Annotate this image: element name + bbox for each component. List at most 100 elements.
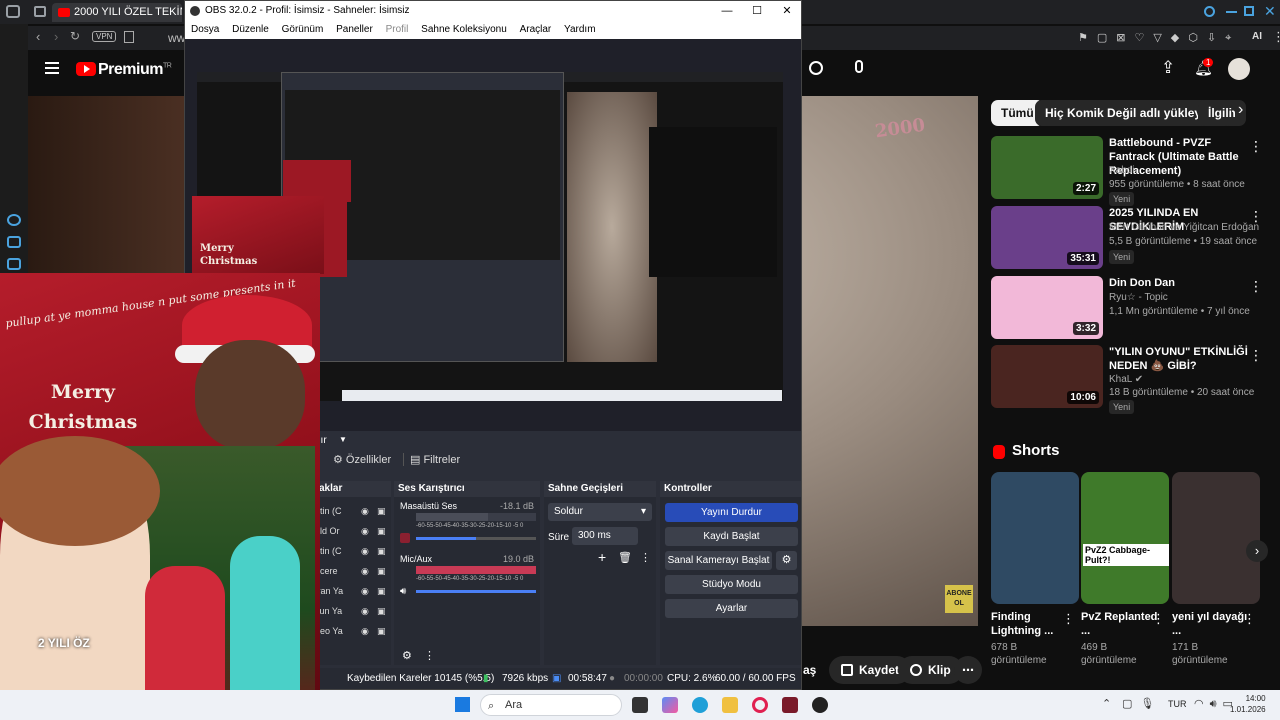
task-view-icon[interactable]	[632, 697, 648, 713]
chip-related[interactable]: İlgili	[1198, 100, 1232, 126]
lock-icon[interactable]: ▣	[377, 563, 386, 579]
minimize-icon[interactable]	[1226, 11, 1237, 13]
youtube-premium-brand[interactable]: PremiumTR	[98, 61, 172, 79]
more-icon[interactable]: ⋮	[1249, 208, 1263, 225]
visibility-icon[interactable]: ◉	[361, 543, 369, 559]
lock-icon[interactable]: ▣	[377, 583, 386, 599]
short-title[interactable]: PvZ Replanted ...	[1081, 610, 1161, 638]
source-item[interactable]: deo Ya ◉ ▣	[315, 623, 387, 639]
short-title[interactable]: yeni yıl dayağı ...	[1172, 610, 1252, 638]
lock-icon[interactable]: ▣	[377, 603, 386, 619]
settings-button[interactable]: Ayarlar	[665, 599, 798, 618]
start-icon[interactable]	[455, 697, 470, 712]
studio-mode-button[interactable]: Stüdyo Modu	[665, 575, 798, 594]
properties-button[interactable]: ⚙ Özellikler	[333, 453, 391, 466]
volume-slider[interactable]	[416, 537, 536, 540]
reload-icon[interactable]: ↻	[70, 29, 80, 43]
hamburger-menu-icon[interactable]	[45, 62, 59, 74]
upload-icon[interactable]: ⇪	[1161, 58, 1175, 78]
obs-taskbar-icon[interactable]	[812, 697, 828, 713]
youtube-logo-icon[interactable]	[76, 62, 96, 76]
start-recording-button[interactable]: Kaydı Başlat	[665, 527, 798, 546]
clip-button[interactable]: Klip	[898, 656, 963, 684]
video-thumbnail[interactable]: 10:06	[991, 345, 1103, 408]
menu-item-duzenle[interactable]: Düzenle	[232, 24, 269, 35]
sidebar-toggle-icon[interactable]	[34, 6, 46, 17]
more-actions-button[interactable]: ⋯	[954, 656, 982, 684]
browser-menu-icon[interactable]	[6, 5, 20, 18]
visibility-icon[interactable]: ◉	[361, 563, 369, 579]
list-item[interactable]: 10:06 "YILIN OYUNU" ETKİNLİĞİ NEDEN 💩 Gİ…	[991, 345, 1271, 414]
menu-item-araclar[interactable]: Araçlar	[520, 24, 552, 35]
browser-more-icon[interactable]: ⋮	[1272, 29, 1280, 45]
transition-select[interactable]: Soldur ▾	[548, 503, 652, 521]
vpn-badge[interactable]: VPN	[92, 31, 117, 42]
minimize-icon[interactable]: —	[712, 1, 742, 21]
video-thumbnail[interactable]: 35:31	[991, 206, 1103, 269]
visibility-icon[interactable]: ◉	[361, 603, 369, 619]
bookmarks-icon[interactable]	[124, 31, 134, 43]
search-icon[interactable]	[809, 61, 823, 75]
short-thumbnail[interactable]	[1172, 472, 1260, 604]
channel-name[interactable]: Xabdi	[1109, 165, 1135, 176]
stop-stream-button[interactable]: Yayını Durdur	[665, 503, 798, 522]
maximize-icon[interactable]: ☐	[742, 1, 772, 21]
sidebar-app-icon[interactable]	[7, 258, 21, 270]
opera-icon[interactable]	[752, 697, 768, 713]
more-icon[interactable]: ⋮	[1249, 138, 1263, 155]
channel-name[interactable]: KhaL ✔	[1109, 374, 1143, 385]
video-thumbnail[interactable]: 3:32	[991, 276, 1103, 339]
language-indicator[interactable]: TUR	[1168, 699, 1187, 709]
menu-item-dosya[interactable]: Dosya	[191, 24, 219, 35]
menu-item-gorunum[interactable]: Görünüm	[282, 24, 324, 35]
edge-icon[interactable]	[692, 697, 708, 713]
tray-icons[interactable]: ▢🎙︎	[1122, 697, 1162, 710]
trash-icon[interactable]: 🗑︎	[618, 551, 632, 564]
transition-more-icon[interactable]: ⋮	[640, 551, 651, 564]
file-explorer-icon[interactable]	[722, 697, 738, 713]
browser-tab-active[interactable]: 2000 YILI ÖZEL TEKİN AB	[52, 3, 182, 22]
tray-chevron-icon[interactable]: ⌃	[1102, 697, 1111, 710]
source-item[interactable]: yun Ya ◉ ▣	[315, 603, 387, 619]
extension-icons[interactable]: ⚑▢⊠♡▽◆⬡⇩⌖	[1078, 31, 1240, 45]
dropdown-icon[interactable]: ▼	[339, 435, 347, 444]
more-icon[interactable]: ⋮	[1249, 278, 1263, 295]
list-item[interactable]: 2:27 Battlebound - PVZF Fantrack (Ultima…	[991, 136, 1271, 206]
virtual-camera-settings-icon[interactable]: ⚙	[776, 551, 797, 570]
start-virtual-camera-button[interactable]: Sanal Kamerayı Başlat	[665, 551, 772, 570]
add-transition-icon[interactable]: +	[598, 549, 606, 565]
visibility-icon[interactable]: ◉	[361, 623, 369, 639]
source-item[interactable]: old Or ◉ ▣	[315, 523, 387, 539]
source-item[interactable]: etin (C ◉ ▣	[315, 543, 387, 559]
visibility-icon[interactable]: ◉	[361, 523, 369, 539]
ai-button[interactable]: AI	[1252, 31, 1262, 42]
back-icon[interactable]: ‹	[36, 29, 40, 44]
short-thumbnail[interactable]	[991, 472, 1079, 604]
visibility-icon[interactable]: ◉	[361, 503, 369, 519]
menu-item-paneller[interactable]: Paneller	[336, 24, 373, 35]
taskbar-clock[interactable]: 14:00 1.01.2026	[1230, 693, 1266, 715]
channel-name[interactable]: Ryu☆ - Topic	[1109, 292, 1168, 303]
menu-item-sahne-koleksiyonu[interactable]: Sahne Koleksiyonu	[421, 24, 507, 35]
more-icon[interactable]: ⋮	[1249, 347, 1263, 364]
video-title[interactable]: Din Don Dan	[1109, 276, 1249, 290]
close-icon[interactable]: ✕	[1264, 3, 1276, 20]
volume-slider[interactable]	[416, 590, 536, 593]
sidebar-app-icon[interactable]	[7, 214, 21, 226]
source-item[interactable]: etin (C ◉ ▣	[315, 503, 387, 519]
subscribe-overlay[interactable]: ABONE OL	[945, 585, 973, 613]
copilot-icon[interactable]	[662, 697, 678, 713]
more-icon[interactable]: ⋮	[1243, 611, 1256, 627]
more-icon[interactable]: ⋮	[1062, 611, 1075, 627]
sidebar-app-icon[interactable]	[7, 236, 21, 248]
video-thumbnail[interactable]: 2:27	[991, 136, 1103, 199]
chevron-right-icon[interactable]: ›	[1238, 101, 1243, 119]
forward-icon[interactable]: ›	[54, 29, 58, 44]
menu-item-yardim[interactable]: Yardım	[564, 24, 596, 35]
source-item[interactable]: ncere ◉ ▣	[315, 563, 387, 579]
filters-button[interactable]: ▤ Filtreler	[403, 453, 460, 466]
lock-icon[interactable]: ▣	[377, 623, 386, 639]
duration-field[interactable]: 300 ms	[572, 527, 638, 545]
short-title[interactable]: Finding Lightning ...	[991, 610, 1071, 638]
lock-icon[interactable]: ▣	[377, 523, 386, 539]
